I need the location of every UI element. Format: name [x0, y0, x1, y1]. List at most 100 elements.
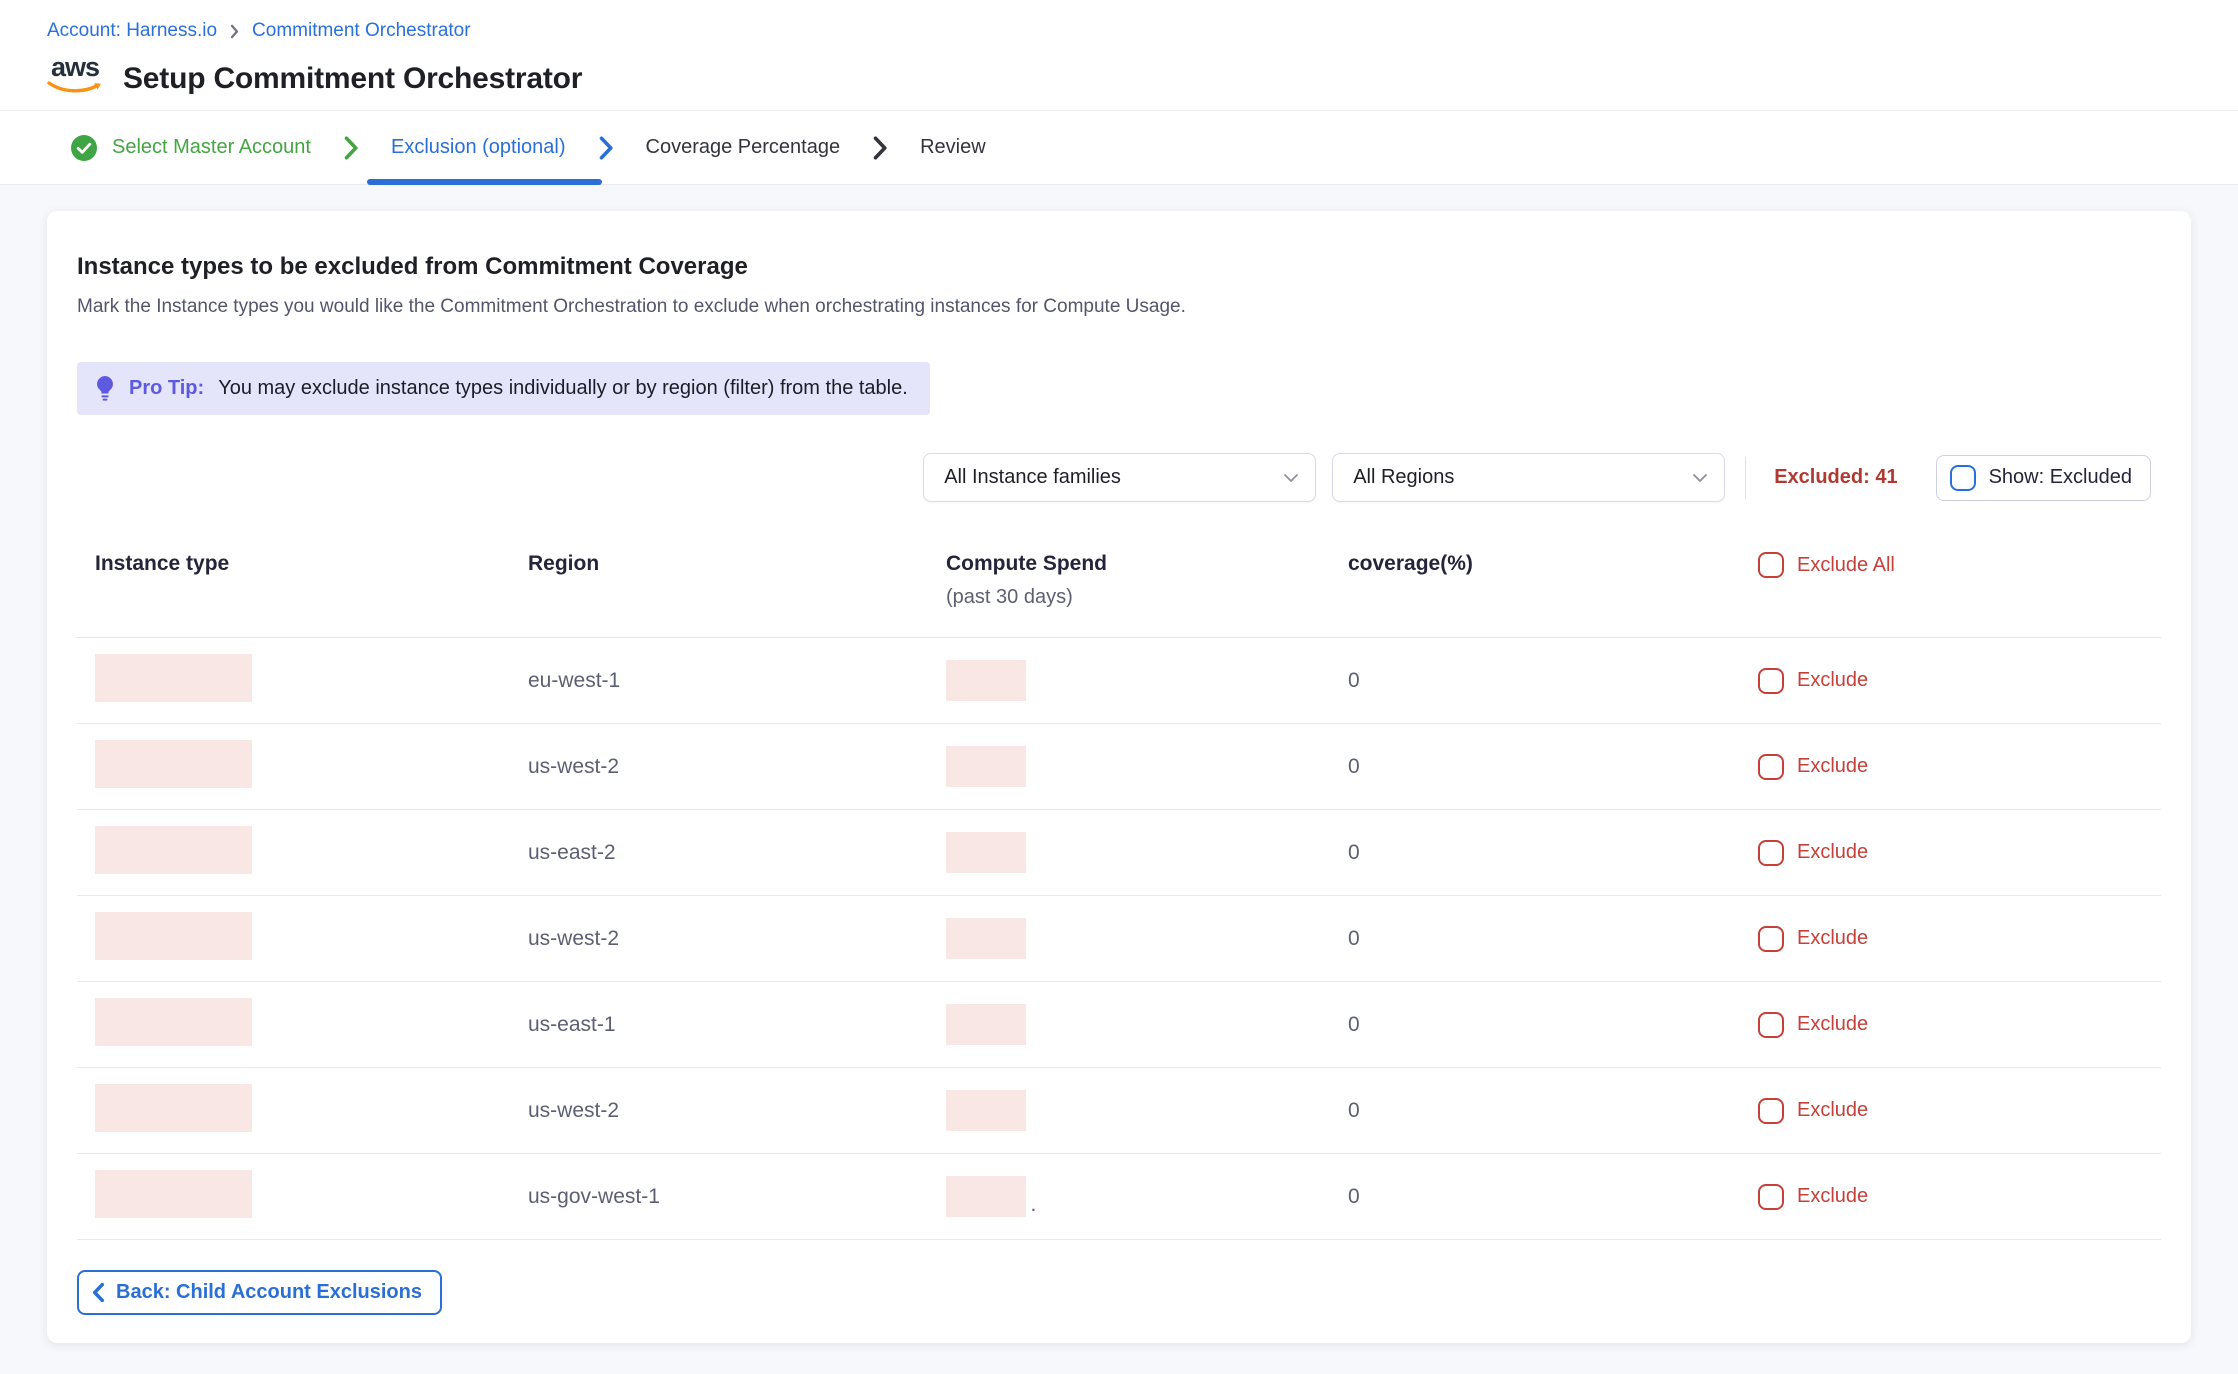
coverage-cell: 0 [1348, 1099, 1758, 1123]
header-compute-spend-subtitle: (past 30 days) [946, 586, 1348, 609]
step-coverage-percentage[interactable]: Coverage Percentage [636, 111, 851, 184]
exclusion-card: Instance types to be excluded from Commi… [47, 211, 2191, 1343]
pro-tip-banner: Pro Tip: You may exclude instance types … [77, 362, 930, 415]
pro-tip-text: You may exclude instance types individua… [218, 377, 908, 400]
check-circle-icon [70, 134, 98, 162]
header-region: Region [528, 552, 946, 576]
header-instance-type: Instance type [95, 552, 528, 576]
exclude-label: Exclude [1797, 1185, 1868, 1208]
back-button[interactable]: Back: Child Account Exclusions [77, 1270, 442, 1315]
exclude-label: Exclude [1797, 755, 1868, 778]
chevron-right-icon [229, 24, 240, 39]
breadcrumb-account-link[interactable]: Account: Harness.io [47, 20, 217, 42]
exclude-label: Exclude [1797, 1099, 1868, 1122]
filters-row: All Instance families All Regions Exclud… [77, 453, 2161, 502]
redacted-compute-spend [946, 746, 1026, 787]
title-row: aws Setup Commitment Orchestrator [47, 54, 2191, 110]
exclude-checkbox[interactable] [1758, 1098, 1784, 1124]
exclude-control[interactable]: Exclude [1758, 926, 2161, 952]
show-excluded-label: Show: Excluded [1989, 466, 2132, 489]
chevron-right-icon [576, 136, 636, 160]
vertical-divider [1745, 457, 1746, 499]
redacted-instance-type [95, 654, 252, 702]
aws-smile-icon [47, 81, 103, 94]
card-title: Instance types to be excluded from Commi… [77, 253, 2161, 281]
breadcrumb-page-link[interactable]: Commitment Orchestrator [252, 20, 471, 42]
exclude-control[interactable]: Exclude [1758, 1012, 2161, 1038]
step-label: Exclusion (optional) [391, 136, 566, 159]
pro-tip-label: Pro Tip: [129, 377, 204, 400]
exclude-label: Exclude [1797, 1013, 1868, 1036]
header-compute-spend: Compute Spend (past 30 days) [946, 552, 1348, 609]
exclude-checkbox[interactable] [1758, 926, 1784, 952]
step-label: Coverage Percentage [646, 136, 841, 159]
card-subtitle: Mark the Instance types you would like t… [77, 296, 2161, 318]
aws-logo-text: aws [51, 54, 99, 81]
step-exclusion-optional[interactable]: Exclusion (optional) [381, 111, 576, 184]
exclude-checkbox[interactable] [1758, 840, 1784, 866]
step-label: Select Master Account [112, 136, 311, 159]
region-cell: us-west-2 [528, 1099, 946, 1123]
regions-select[interactable]: All Regions [1332, 453, 1725, 502]
redacted-instance-type [95, 826, 252, 874]
step-select-master-account[interactable]: Select Master Account [60, 111, 321, 184]
redacted-instance-type [95, 740, 252, 788]
redacted-compute-spend [946, 660, 1026, 701]
coverage-cell: 0 [1348, 755, 1758, 779]
chevron-right-icon [850, 136, 910, 160]
back-button-label: Back: Child Account Exclusions [116, 1281, 422, 1304]
instance-families-value: All Instance families [944, 466, 1121, 489]
coverage-cell: 0 [1348, 669, 1758, 693]
chevron-left-icon [92, 1283, 105, 1302]
exclude-control[interactable]: Exclude [1758, 1184, 2161, 1210]
exclude-control[interactable]: Exclude [1758, 754, 2161, 780]
exclude-label: Exclude [1797, 669, 1868, 692]
exclude-control[interactable]: Exclude [1758, 840, 2161, 866]
instance-families-select[interactable]: All Instance families [923, 453, 1316, 502]
spend-suffix: . [1030, 1193, 1036, 1216]
exclude-control[interactable]: Exclude [1758, 1098, 2161, 1124]
coverage-cell: 0 [1348, 841, 1758, 865]
wizard-stepper: Select Master Account Exclusion (optiona… [0, 111, 2238, 185]
exclude-control[interactable]: Exclude [1758, 668, 2161, 694]
exclude-all-checkbox[interactable] [1758, 552, 1784, 578]
chevron-down-icon [1692, 473, 1708, 483]
region-cell: us-east-2 [528, 841, 946, 865]
exclude-label: Exclude [1797, 841, 1868, 864]
breadcrumb: Account: Harness.io Commitment Orchestra… [47, 20, 2191, 42]
redacted-compute-spend [946, 1090, 1026, 1131]
exclude-checkbox[interactable] [1758, 668, 1784, 694]
header-coverage: coverage(%) [1348, 552, 1758, 576]
page-header: Account: Harness.io Commitment Orchestra… [0, 0, 2238, 111]
redacted-compute-spend [946, 918, 1026, 959]
exclude-checkbox[interactable] [1758, 1012, 1784, 1038]
coverage-cell: 0 [1348, 1013, 1758, 1037]
region-cell: us-east-1 [528, 1013, 946, 1037]
table-row: eu-west-1 0 Exclude [77, 638, 2161, 724]
show-excluded-toggle[interactable]: Show: Excluded [1936, 455, 2151, 501]
exclude-checkbox[interactable] [1758, 754, 1784, 780]
coverage-cell: 0 [1348, 927, 1758, 951]
step-label: Review [920, 136, 986, 159]
redacted-compute-spend [946, 832, 1026, 873]
table-row: us-west-2 0 Exclude [77, 896, 2161, 982]
header-compute-spend-title: Compute Spend [946, 552, 1348, 576]
exclude-checkbox[interactable] [1758, 1184, 1784, 1210]
redacted-instance-type [95, 912, 252, 960]
redacted-instance-type [95, 1170, 252, 1218]
chevron-down-icon [1283, 473, 1299, 483]
table-row: us-west-2 0 Exclude [77, 724, 2161, 810]
exclude-all-label: Exclude All [1797, 554, 1895, 577]
table-row: us-west-2 0 Exclude [77, 1068, 2161, 1154]
redacted-instance-type [95, 998, 252, 1046]
chevron-right-icon [321, 136, 381, 160]
exclude-all-control[interactable]: Exclude All [1758, 552, 2161, 578]
show-excluded-checkbox[interactable] [1950, 465, 1976, 491]
region-cell: us-west-2 [528, 927, 946, 951]
regions-value: All Regions [1353, 466, 1454, 489]
table-row: us-east-2 0 Exclude [77, 810, 2161, 896]
redacted-compute-spend [946, 1004, 1026, 1045]
coverage-cell: 0 [1348, 1185, 1758, 1209]
instance-types-table: Instance type Region Compute Spend (past… [77, 552, 2161, 1240]
step-review[interactable]: Review [910, 111, 996, 184]
